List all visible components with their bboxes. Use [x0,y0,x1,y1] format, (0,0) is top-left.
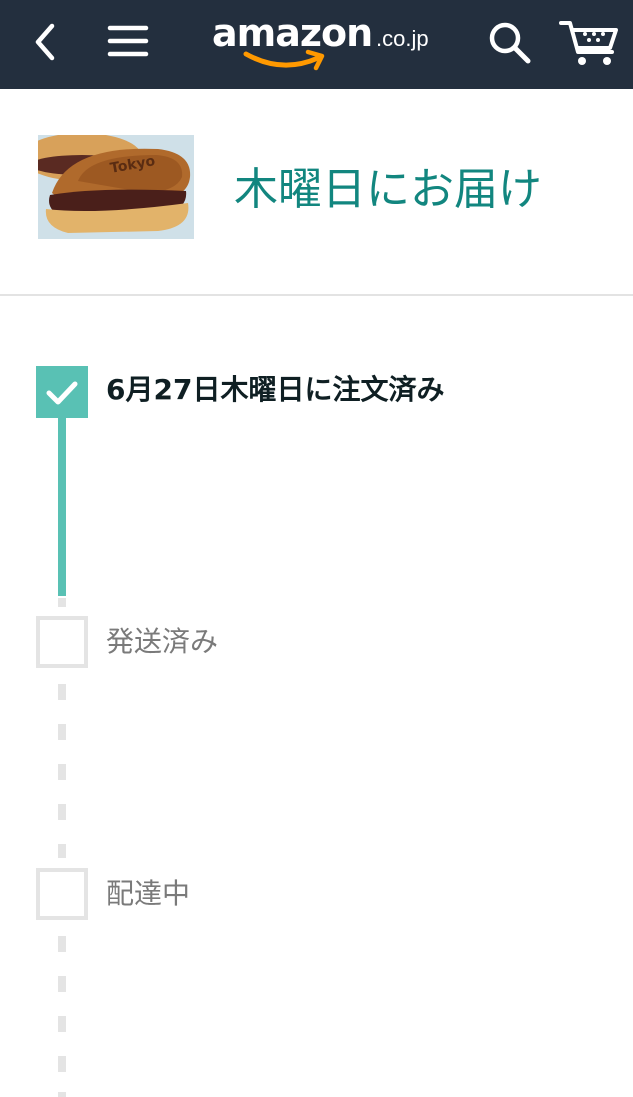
progress-dash [58,804,66,820]
checkmark-icon [46,381,78,405]
product-image [38,135,194,239]
progress-dash [58,684,66,700]
smile-arrow-icon [243,49,325,71]
progress-dash [58,936,66,952]
cart-icon [559,21,618,65]
delivery-title: 木曜日にお届け [234,164,542,215]
progress-dash [58,1056,66,1072]
step-ordered-label: 6月27日木曜日に注文済み [106,373,445,406]
product-header: Tokyo 木曜日にお届け [0,89,633,296]
search-icon [489,22,531,64]
progress-dash [58,1092,66,1097]
search-button[interactable] [484,18,536,66]
hamburger-menu-icon [107,25,149,57]
back-chevron-icon [35,23,55,61]
progress-dash [58,1016,66,1032]
step-ordered-indicator [36,366,88,418]
progress-dash [58,764,66,780]
step-shipped-indicator [36,616,88,668]
order-tracking-page: amazon .co.jp Tokyo 木曜日にお届け 6月27日木曜日に注文済… [0,0,633,1097]
progress-dash [58,844,66,858]
progress-line-complete [58,418,66,596]
step-out-for-delivery-label: 配達中 [106,877,191,910]
progress-dash [58,976,66,992]
cart-button[interactable] [558,16,620,70]
product-thumbnail[interactable]: Tokyo [38,135,194,239]
shipment-tracker: 6月27日木曜日に注文済み 発送済み 配達中 [0,296,633,1097]
logo-domain: .co.jp [376,26,429,51]
progress-dash [58,598,66,607]
progress-dash [58,724,66,740]
top-navigation-bar: amazon .co.jp [0,0,633,89]
back-button[interactable] [24,20,68,64]
menu-button[interactable] [104,20,152,64]
amazon-logo[interactable]: amazon .co.jp [212,8,442,76]
step-out-for-delivery-indicator [36,868,88,920]
step-shipped-label: 発送済み [106,625,219,658]
